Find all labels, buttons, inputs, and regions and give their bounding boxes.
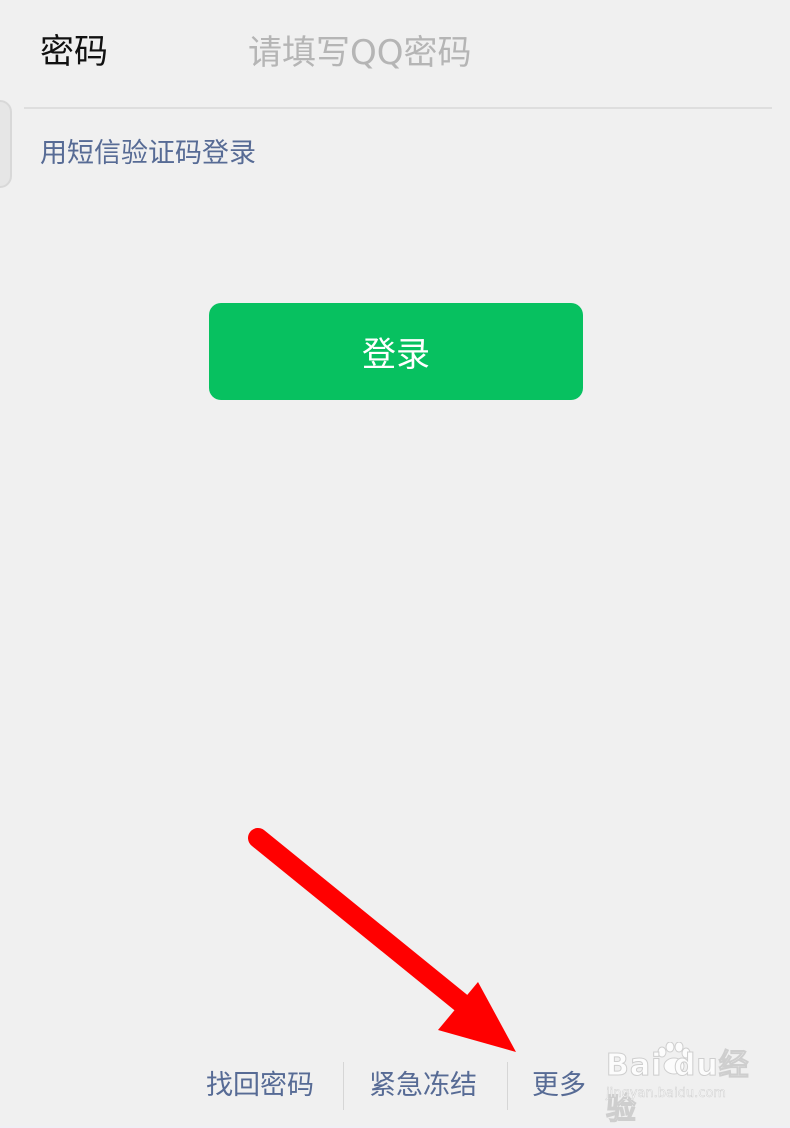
divider [24, 107, 772, 109]
password-input[interactable] [246, 26, 750, 80]
password-label: 密码 [40, 32, 108, 72]
baidu-jingyan-watermark: Bai du经验 jingyan.baidu.com [606, 1040, 756, 1128]
more-link[interactable]: 更多 [532, 1064, 586, 1108]
sms-login-link[interactable]: 用短信验证码登录 [40, 134, 256, 174]
password-row: 密码 [0, 0, 790, 108]
side-handle [0, 100, 12, 188]
watermark-url: jingyan.baidu.com [606, 1086, 726, 1102]
find-password-link[interactable]: 找回密码 [206, 1064, 314, 1108]
login-button[interactable]: 登录 [209, 303, 583, 400]
watermark-brand: Bai du经验 [606, 1048, 750, 1128]
footer-separator [343, 1062, 344, 1110]
footer-separator [507, 1062, 508, 1110]
emergency-freeze-link[interactable]: 紧急冻结 [369, 1064, 477, 1108]
